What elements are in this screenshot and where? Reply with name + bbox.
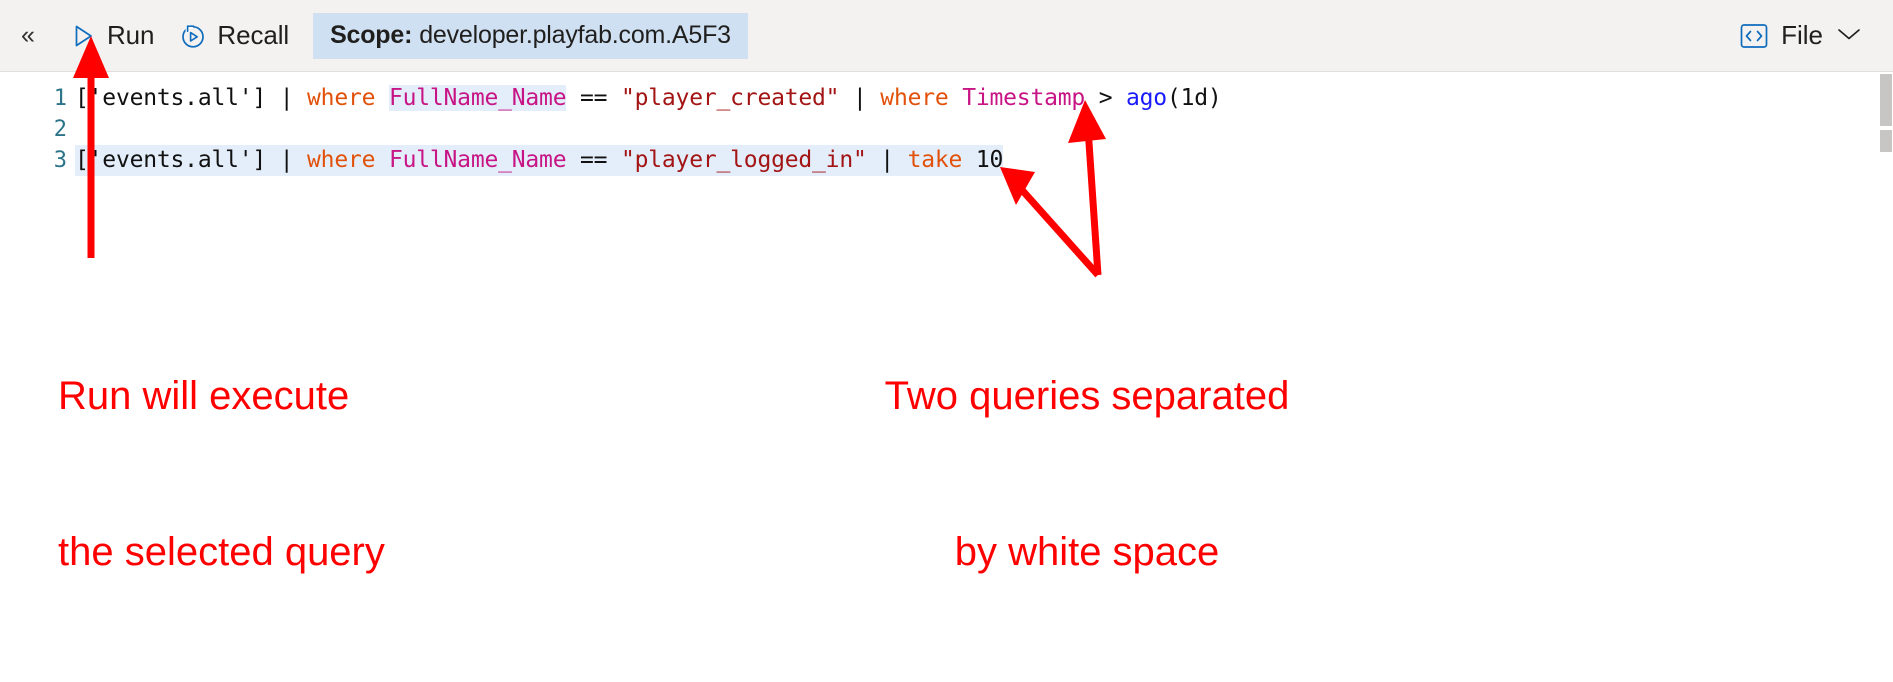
- code-token: |: [852, 85, 867, 111]
- scope-value: developer.playfab.com.A5F3: [419, 21, 731, 49]
- recall-button[interactable]: Recall: [166, 14, 301, 58]
- code-text-area[interactable]: ['events.all'] | where FullName_Name == …: [75, 72, 1892, 530]
- code-line-3[interactable]: ['events.all'] | where FullName_Name == …: [75, 145, 1003, 176]
- kusto-query-editor-window: « Run Recall Scope: developer.playfab.co…: [0, 0, 1893, 574]
- code-token: where: [880, 85, 949, 111]
- recall-button-label: Recall: [217, 20, 290, 50]
- code-token: |: [279, 147, 294, 173]
- scope-label: Scope:: [330, 21, 413, 49]
- run-button-label: Run: [107, 20, 155, 50]
- line-number: 1: [53, 86, 67, 111]
- chevron-down-icon: [1837, 25, 1861, 47]
- run-button[interactable]: Run: [56, 14, 166, 58]
- scrollbar-thumb-lower[interactable]: [1880, 130, 1892, 152]
- annotation-run-note-line2: the selected query: [58, 530, 385, 574]
- code-token: ['events.all']: [75, 147, 267, 173]
- chevron-double-left-icon: «: [21, 21, 35, 49]
- code-token: FullName_Name: [388, 85, 567, 111]
- code-token: ==: [580, 147, 608, 173]
- code-token: FullName_Name: [388, 147, 567, 173]
- editor-vertical-scrollbar[interactable]: [1879, 72, 1893, 530]
- toolbar-left-group: « Run Recall Scope: developer.playfab.co…: [0, 0, 748, 71]
- code-brackets-icon: [1739, 21, 1769, 51]
- code-token: ==: [580, 85, 608, 111]
- code-token: Timestamp: [962, 85, 1086, 111]
- history-recall-icon: [178, 21, 208, 51]
- code-token: |: [279, 85, 294, 111]
- collapse-panel-button[interactable]: «: [0, 0, 56, 71]
- code-token: ago: [1126, 85, 1167, 111]
- code-editor[interactable]: 1 2 3 ['events.all'] | where FullName_Na…: [0, 72, 1893, 530]
- scrollbar-thumb-upper[interactable]: [1880, 74, 1892, 126]
- line-number: 3: [53, 148, 67, 173]
- file-menu-label: File: [1781, 20, 1823, 50]
- line-number-gutter: 1 2 3: [0, 72, 75, 530]
- code-token: "player_created": [620, 85, 840, 111]
- code-token: |: [880, 147, 894, 173]
- code-token: "player_logged_in": [620, 147, 867, 173]
- code-token: >: [1098, 85, 1113, 111]
- editor-toolbar: « Run Recall Scope: developer.playfab.co…: [0, 0, 1893, 72]
- code-line-1[interactable]: ['events.all'] | where FullName_Name == …: [75, 83, 1222, 114]
- annotation-queries-note-line2: by white space: [954, 530, 1220, 574]
- code-token: take: [907, 147, 963, 173]
- code-token: (1d): [1166, 85, 1222, 111]
- code-token: where: [307, 85, 376, 111]
- toolbar-right-group: File: [1733, 0, 1893, 71]
- code-token: where: [307, 147, 376, 173]
- scope-selector[interactable]: Scope: developer.playfab.com.A5F3: [313, 12, 748, 59]
- code-token: 10: [975, 147, 1004, 173]
- file-menu-button[interactable]: File: [1733, 14, 1867, 58]
- code-token: ['events.all']: [75, 85, 267, 111]
- line-number: 2: [53, 117, 67, 142]
- play-triangle-icon: [68, 21, 98, 51]
